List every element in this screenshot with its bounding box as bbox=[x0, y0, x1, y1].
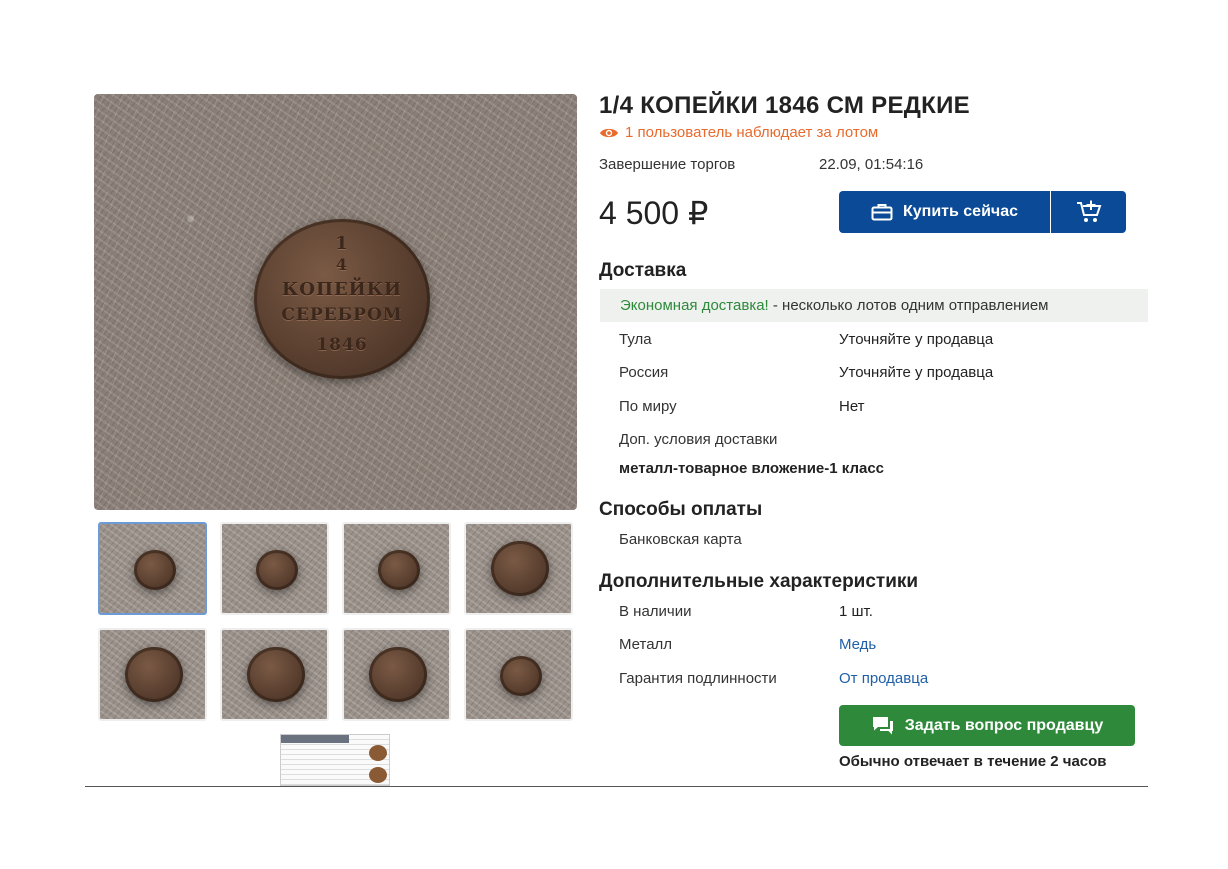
char-link-guarantee[interactable]: От продавца bbox=[839, 670, 928, 687]
delivery-label-world: По миру bbox=[619, 398, 677, 415]
char-label-stock: В наличии bbox=[619, 603, 692, 620]
thumbnail-document[interactable] bbox=[280, 734, 390, 786]
economy-delivery-banner: Экономная доставка! - несколько лотов од… bbox=[600, 289, 1148, 322]
delivery-value-tula: Уточняйте у продавца bbox=[839, 331, 994, 348]
add-to-cart-button[interactable] bbox=[1051, 191, 1126, 233]
payment-heading: Способы оплаты bbox=[599, 499, 763, 520]
coin-year: 1846 bbox=[316, 335, 368, 355]
thumbnail-3[interactable] bbox=[342, 522, 451, 615]
thumbnail-7[interactable] bbox=[342, 628, 451, 721]
main-photo[interactable]: 1 4 КОПЕЙКИ СЕРЕБРОМ 1846 bbox=[94, 94, 577, 510]
delivery-extra-value: металл-товарное вложение-1 класс bbox=[619, 460, 885, 477]
briefcase-icon bbox=[871, 204, 893, 221]
economy-delivery-highlight: Экономная доставка! bbox=[620, 297, 769, 314]
thumbnail-1[interactable] bbox=[98, 522, 207, 615]
end-label: Завершение торгов bbox=[599, 156, 736, 173]
price: 4 500 ₽ bbox=[599, 195, 709, 231]
thumbnail-5[interactable] bbox=[98, 628, 207, 721]
delivery-heading: Доставка bbox=[599, 260, 687, 281]
chat-icon bbox=[872, 716, 893, 734]
characteristics-heading: Дополнительные характеристики bbox=[599, 571, 919, 592]
economy-delivery-text: - несколько лотов одним отправлением bbox=[768, 297, 1049, 314]
coin-fraction-top: 1 bbox=[335, 233, 349, 254]
ask-seller-button[interactable]: Задать вопрос продавцу bbox=[839, 705, 1135, 746]
seller-reply-note: Обычно отвечает в течение 2 часов bbox=[839, 753, 1107, 770]
coin-image: 1 4 КОПЕЙКИ СЕРЕБРОМ 1846 bbox=[254, 219, 430, 379]
buy-now-button[interactable]: Купить сейчас bbox=[839, 191, 1050, 233]
watchers-info: 1 пользователь наблюдает за лотом bbox=[599, 124, 878, 141]
end-value: 22.09, 01:54:16 bbox=[819, 156, 924, 173]
coin-line-2: СЕРЕБРОМ bbox=[281, 305, 403, 325]
delivery-value-world: Нет bbox=[839, 398, 865, 415]
divider bbox=[85, 786, 1148, 787]
delivery-value-russia: Уточняйте у продавца bbox=[839, 364, 994, 381]
char-label-metal: Металл bbox=[619, 636, 673, 653]
delivery-label-russia: Россия bbox=[619, 364, 669, 381]
thumbnail-2[interactable] bbox=[220, 522, 329, 615]
char-link-metal[interactable]: Медь bbox=[839, 636, 876, 653]
delivery-label-tula: Тула bbox=[619, 331, 652, 348]
cart-add-icon bbox=[1076, 200, 1101, 222]
payment-method: Банковская карта bbox=[619, 531, 742, 548]
lot-title: 1/4 КОПЕЙКИ 1846 СМ РЕДКИЕ bbox=[599, 92, 970, 119]
eye-icon bbox=[600, 128, 618, 137]
watchers-text: 1 пользователь наблюдает за лотом bbox=[625, 124, 879, 141]
ask-seller-label: Задать вопрос продавцу bbox=[904, 716, 1104, 734]
coin-fraction-bottom: 4 bbox=[335, 255, 349, 274]
delivery-extra-label: Доп. условия доставки bbox=[619, 431, 778, 448]
thumbnail-6[interactable] bbox=[220, 628, 329, 721]
char-value-stock: 1 шт. bbox=[839, 603, 873, 620]
thumbnail-4[interactable] bbox=[464, 522, 573, 615]
buy-now-label: Купить сейчас bbox=[903, 203, 1018, 220]
char-label-guarantee: Гарантия подлинности bbox=[619, 670, 777, 687]
coin-line-1: КОПЕЙКИ bbox=[281, 279, 403, 300]
thumbnail-8[interactable] bbox=[464, 628, 573, 721]
